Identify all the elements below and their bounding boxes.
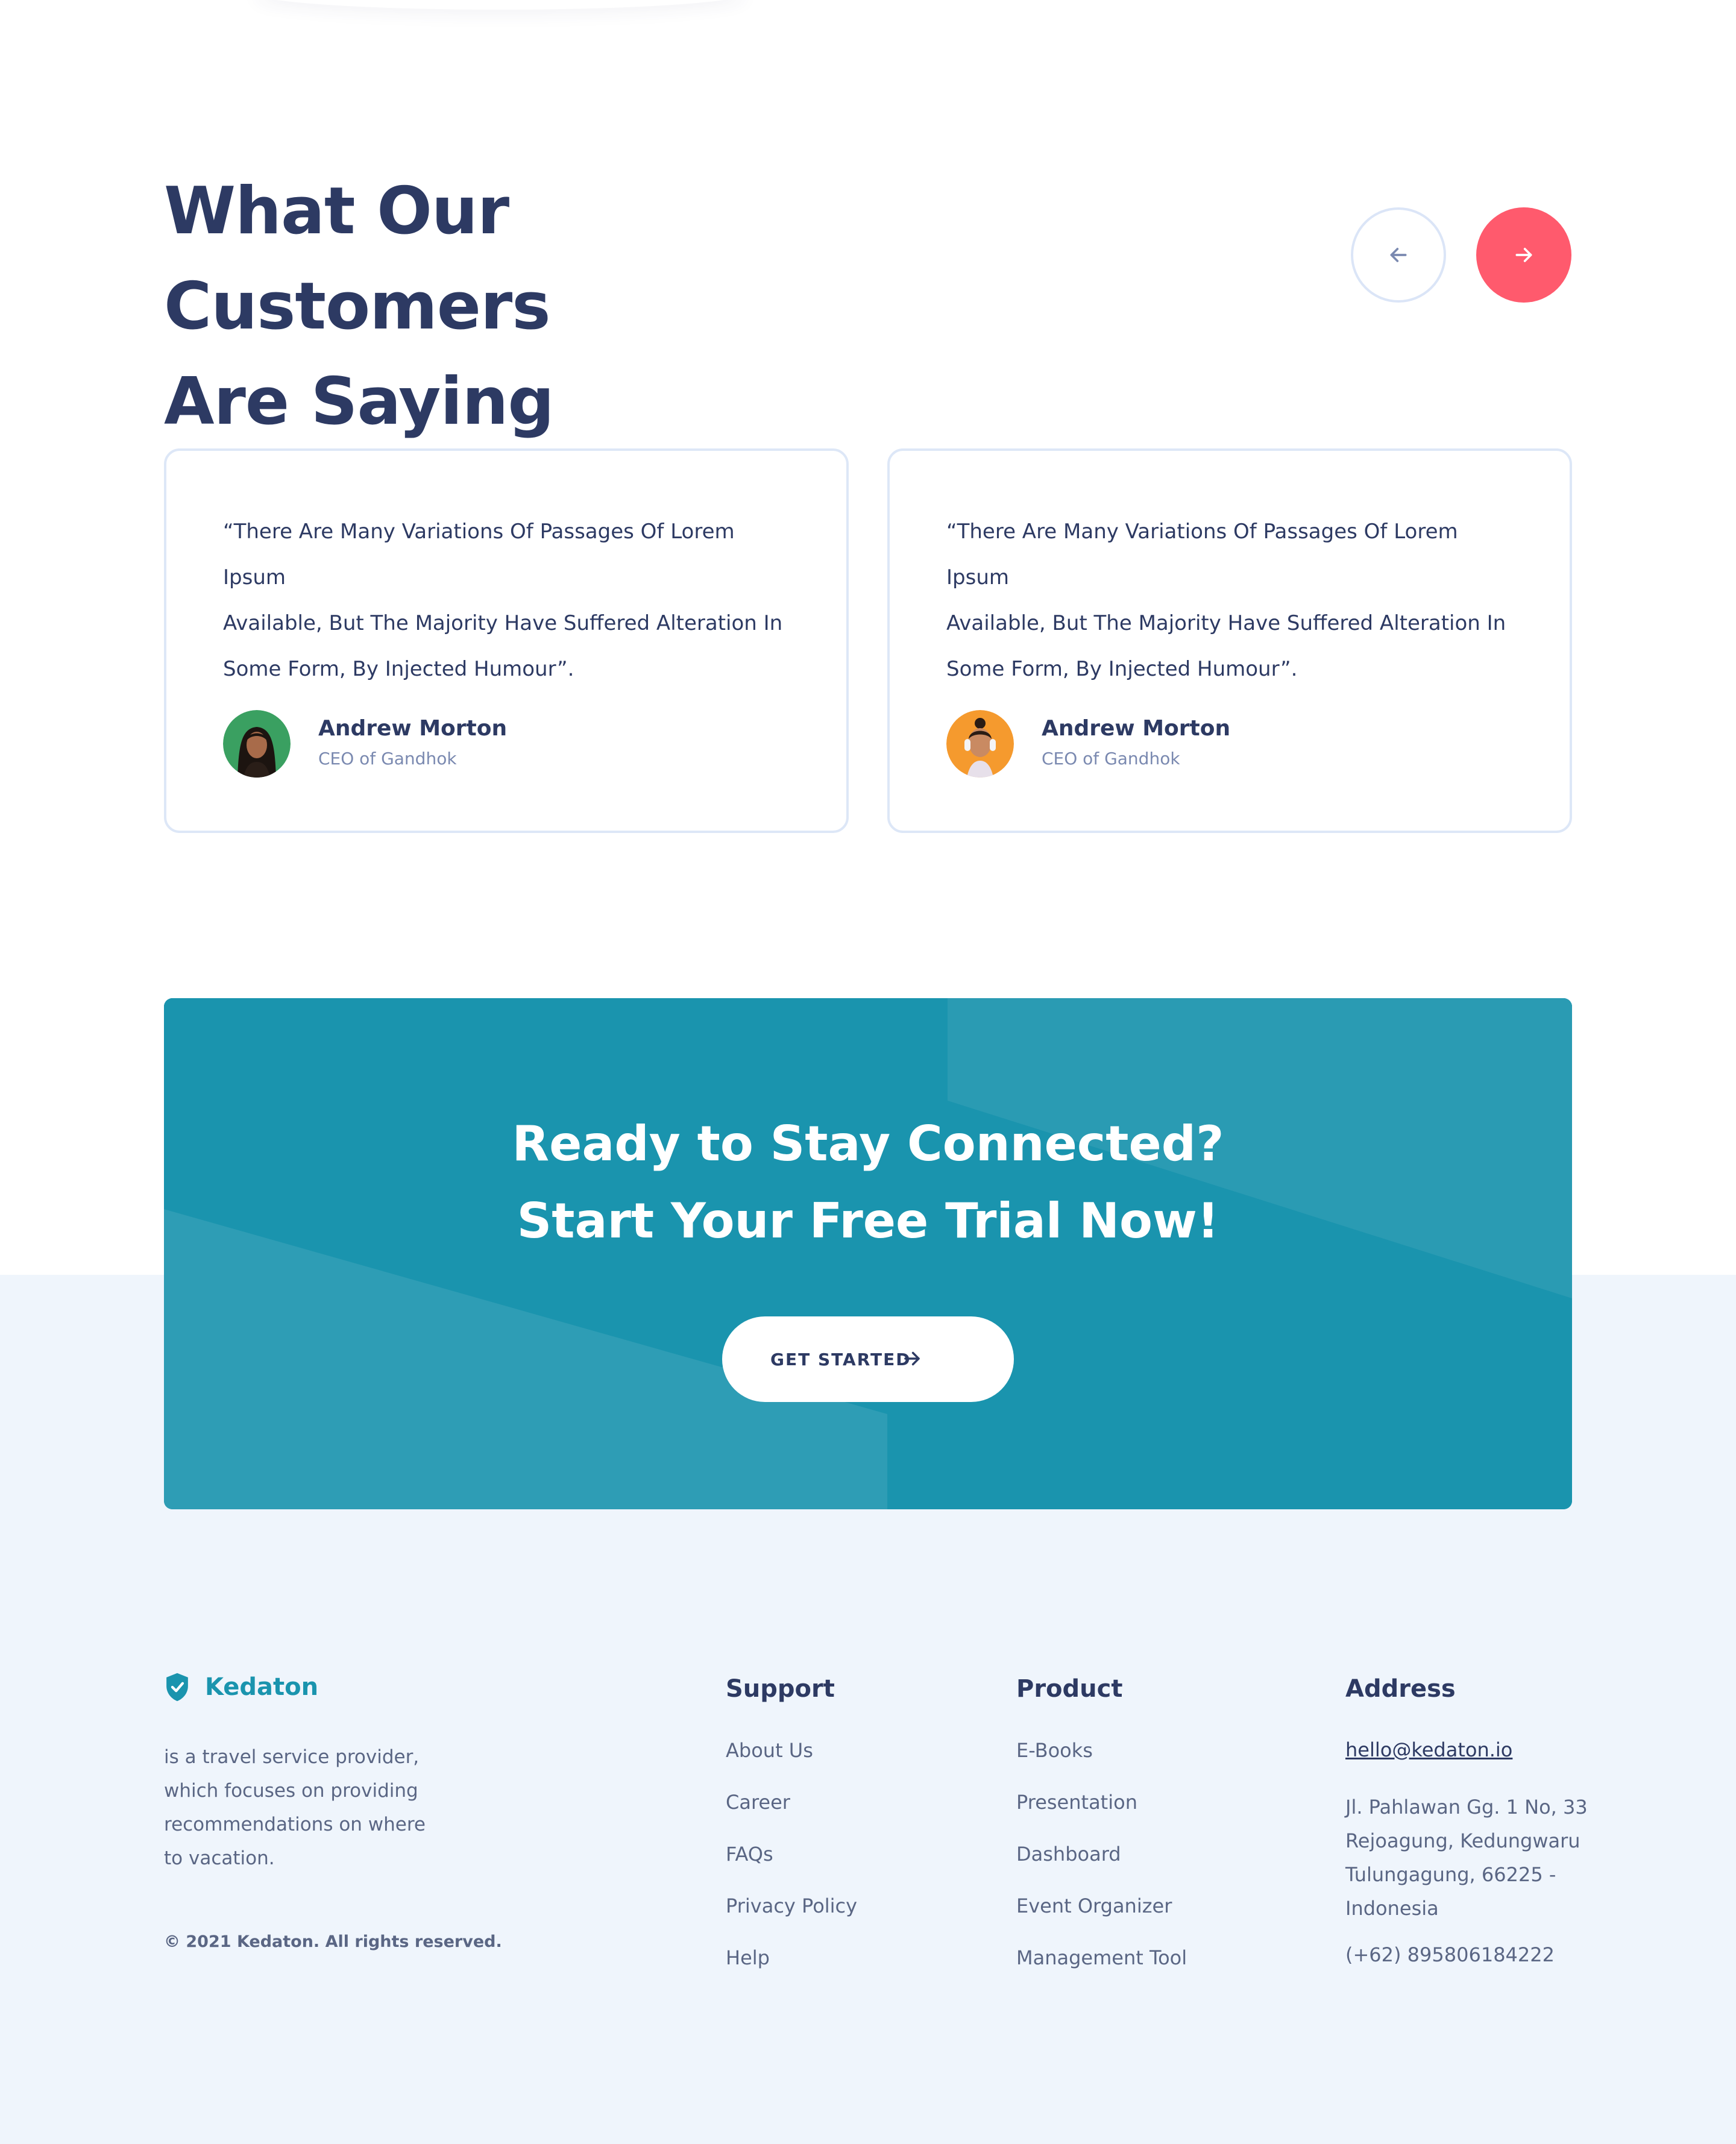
author-name: Andrew Morton xyxy=(1042,716,1231,741)
product-column: Product E-Books Presentation Dashboard E… xyxy=(1016,1671,1187,1969)
brand-logo[interactable]: Kedaton xyxy=(164,1672,318,1702)
address-line: Jl. Pahlawan Gg. 1 No, 33 xyxy=(1345,1796,1588,1819)
arrow-left-icon xyxy=(1390,248,1407,262)
avatar xyxy=(946,710,1014,778)
author-role: CEO of Gandhok xyxy=(318,749,457,769)
product-title: Product xyxy=(1016,1675,1123,1703)
arrow-right-icon xyxy=(1515,248,1532,262)
copyright: © 2021 Kedaton. All rights reserved. xyxy=(164,1932,502,1951)
footer-link-dashboard[interactable]: Dashboard xyxy=(1016,1842,1318,1894)
cta-title-line-1: Ready to Stay Connected? xyxy=(512,1116,1224,1172)
footer-link-faqs[interactable]: FAQs xyxy=(726,1842,1027,1894)
get-started-label: GET STARTED xyxy=(770,1349,911,1369)
previous-testimonial-button[interactable] xyxy=(1351,207,1446,303)
footer-link-career[interactable]: Career xyxy=(726,1790,1027,1842)
footer-link-e-books[interactable]: E-Books xyxy=(1016,1738,1318,1790)
description-line: which focuses on providing xyxy=(164,1780,418,1802)
product-links: E-Books Presentation Dashboard Event Org… xyxy=(1016,1738,1318,1998)
company-description: is a travel service provider, which focu… xyxy=(164,1740,477,1875)
testimonial-card: “There Are Many Variations Of Passages O… xyxy=(887,448,1572,833)
postal-address: Jl. Pahlawan Gg. 1 No, 33 Rejoagung, Ked… xyxy=(1345,1790,1599,1925)
cta-banner: Ready to Stay Connected? Start Your Free… xyxy=(164,998,1572,1509)
testimonial-card: “There Are Many Variations Of Passages O… xyxy=(164,448,849,833)
support-links: About Us Career FAQs Privacy Policy Help xyxy=(726,1738,1027,1998)
address-line: Rejoagung, Kedungwaru xyxy=(1345,1829,1580,1852)
footer-link-about-us[interactable]: About Us xyxy=(726,1738,1027,1790)
author-name: Andrew Morton xyxy=(318,716,508,741)
email-link[interactable]: hello@kedaton.io xyxy=(1345,1738,1512,1761)
address-line: Indonesia xyxy=(1345,1897,1439,1920)
testimonial-quote: “There Are Many Variations Of Passages O… xyxy=(223,509,802,692)
cta-title: Ready to Stay Connected? Start Your Free… xyxy=(164,1105,1572,1260)
arrow-right-icon xyxy=(904,1351,920,1366)
previous-section-edge xyxy=(253,0,747,10)
footer-link-management-tool[interactable]: Management Tool xyxy=(1016,1946,1318,1998)
cta-title-line-2: Start Your Free Trial Now! xyxy=(517,1193,1219,1249)
footer-link-help[interactable]: Help xyxy=(726,1946,1027,1998)
phone-number: (+62) 895806184222 xyxy=(1345,1943,1555,1966)
avatar xyxy=(223,710,291,778)
description-line: to vacation. xyxy=(164,1847,275,1869)
testimonial-quote: “There Are Many Variations Of Passages O… xyxy=(946,509,1525,692)
quote-line: “There Are Many Variations Of Passages O… xyxy=(946,520,1458,589)
support-column: Support About Us Career FAQs Privacy Pol… xyxy=(726,1671,857,1969)
support-title: Support xyxy=(726,1675,835,1703)
quote-line: “There Are Many Variations Of Passages O… xyxy=(223,520,735,589)
footer-link-event-organizer[interactable]: Event Organizer xyxy=(1016,1894,1318,1946)
section-title-line-1: What Our Customers xyxy=(164,174,551,344)
section-title: What Our Customers Are Saying xyxy=(164,164,887,450)
author-role: CEO of Gandhok xyxy=(1042,749,1180,769)
quote-line: Available, But The Majority Have Suffere… xyxy=(946,611,1506,635)
quote-line: Available, But The Majority Have Suffere… xyxy=(223,611,783,635)
address-title: Address xyxy=(1345,1675,1456,1703)
address-line: Tulungagung, 66225 - xyxy=(1345,1863,1556,1886)
description-line: recommendations on where xyxy=(164,1814,426,1835)
address-column: Address hello@kedaton.io Jl. Pahlawan Gg… xyxy=(1345,1671,1588,1966)
quote-line: Some Form, By Injected Humour”. xyxy=(223,657,574,681)
quote-line: Some Form, By Injected Humour”. xyxy=(946,657,1298,681)
footer-link-presentation[interactable]: Presentation xyxy=(1016,1790,1318,1842)
get-started-button[interactable]: GET STARTED xyxy=(722,1316,1014,1402)
brand-name: Kedaton xyxy=(205,1673,319,1701)
description-line: is a travel service provider, xyxy=(164,1746,420,1768)
shield-check-icon xyxy=(166,1673,188,1702)
section-title-line-2: Are Saying xyxy=(164,364,555,439)
footer-link-privacy-policy[interactable]: Privacy Policy xyxy=(726,1894,1027,1946)
next-testimonial-button[interactable] xyxy=(1476,207,1571,303)
